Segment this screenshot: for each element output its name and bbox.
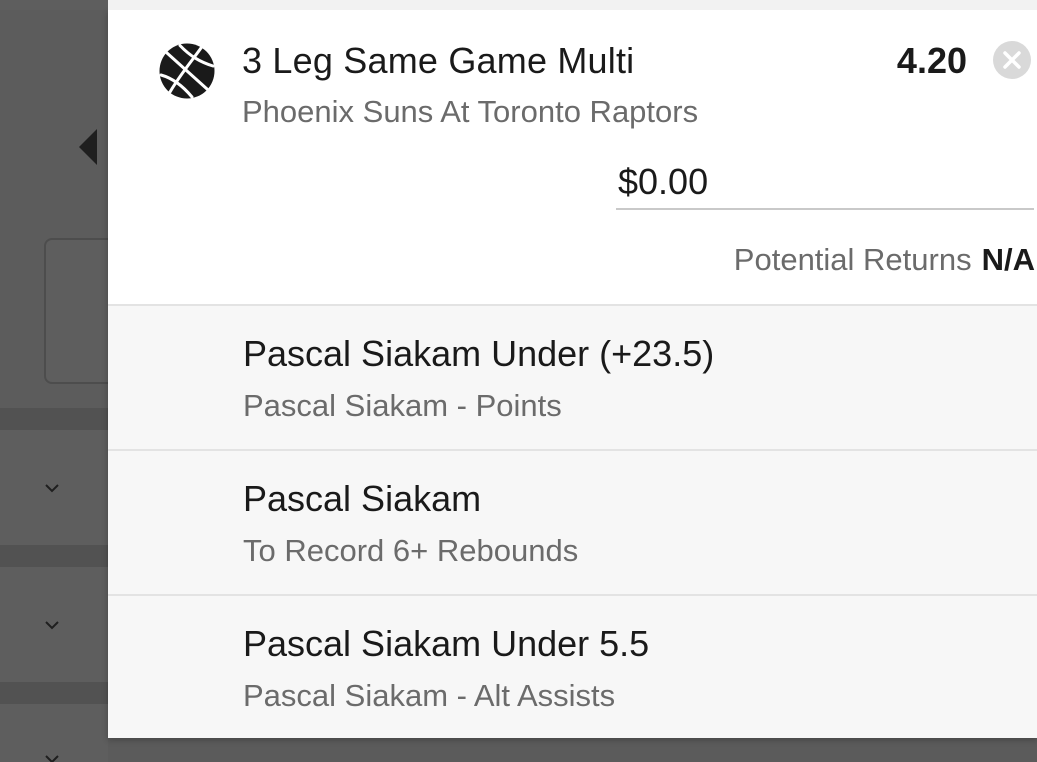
bet-slip-panel: 3 Leg Same Game Multi 4.20 Phoenix Suns … bbox=[108, 0, 1037, 738]
chevron-down-icon[interactable] bbox=[45, 618, 59, 632]
leg-market: To Record 6+ Rebounds bbox=[243, 533, 579, 568]
bet-leg: Pascal Siakam Under 5.5 Pascal Siakam - … bbox=[108, 596, 1037, 738]
background-page-overlay[interactable] bbox=[0, 0, 108, 762]
remove-bet-button[interactable] bbox=[993, 41, 1031, 79]
leg-market: Pascal Siakam - Points bbox=[243, 388, 562, 423]
bet-legs-list: Pascal Siakam Under (+23.5) Pascal Siaka… bbox=[108, 306, 1037, 738]
background-top-strip bbox=[0, 0, 108, 10]
background-divider bbox=[0, 545, 108, 567]
triangle-left-icon[interactable] bbox=[79, 129, 97, 165]
chevron-down-icon[interactable] bbox=[45, 752, 59, 762]
leg-title: Pascal Siakam bbox=[243, 478, 482, 519]
close-circle-icon bbox=[1003, 51, 1021, 69]
panel-top-edge bbox=[108, 0, 1037, 10]
background-divider bbox=[0, 682, 108, 704]
bet-leg: Pascal Siakam Under (+23.5) Pascal Siaka… bbox=[108, 306, 1037, 451]
bet-header: 3 Leg Same Game Multi 4.20 Phoenix Suns … bbox=[108, 10, 1037, 306]
basketball-icon bbox=[159, 43, 215, 99]
potential-returns: Potential Returns N/A bbox=[734, 242, 1035, 278]
background-divider bbox=[0, 408, 108, 430]
background-card bbox=[44, 238, 108, 384]
leg-title: Pascal Siakam Under 5.5 bbox=[243, 623, 650, 664]
potential-returns-label: Potential Returns bbox=[733, 242, 972, 277]
bet-title: 3 Leg Same Game Multi bbox=[242, 40, 635, 81]
event-name: Phoenix Suns At Toronto Raptors bbox=[242, 94, 699, 129]
bet-leg: Pascal Siakam To Record 6+ Rebounds bbox=[108, 451, 1037, 596]
leg-title: Pascal Siakam Under (+23.5) bbox=[243, 333, 715, 374]
potential-returns-value: N/A bbox=[981, 242, 1035, 277]
leg-market: Pascal Siakam - Alt Assists bbox=[243, 678, 616, 713]
chevron-down-icon[interactable] bbox=[45, 481, 59, 495]
bet-odds: 4.20 bbox=[896, 40, 967, 81]
stake-input[interactable] bbox=[616, 156, 1034, 210]
